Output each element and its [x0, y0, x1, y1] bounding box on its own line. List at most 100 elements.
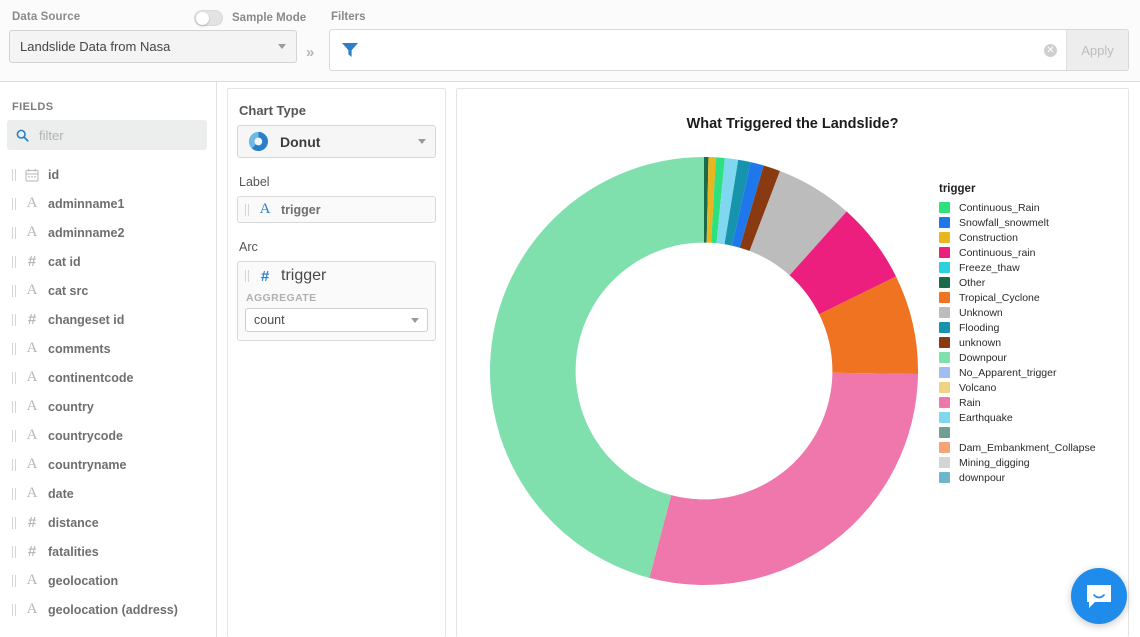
- field-item-adminname1[interactable]: Aadminname1: [0, 189, 217, 218]
- sample-mode-toggle[interactable]: [194, 10, 223, 26]
- drag-handle-icon[interactable]: [12, 604, 17, 616]
- sample-mode-control[interactable]: Sample Mode: [194, 10, 306, 26]
- chart-title: What Triggered the Landslide?: [457, 116, 1128, 132]
- legend-color-swatch: [939, 322, 950, 333]
- aggregate-label: AGGREGATE: [246, 292, 428, 304]
- drag-handle-icon[interactable]: [12, 546, 17, 558]
- drag-handle-icon[interactable]: [245, 204, 250, 216]
- drag-handle-icon[interactable]: [12, 314, 17, 326]
- drag-handle-icon[interactable]: [12, 517, 17, 529]
- field-item-adminname2[interactable]: Aadminname2: [0, 218, 217, 247]
- legend-item-label: No_Apparent_trigger: [959, 367, 1056, 379]
- legend-item[interactable]: Mining_digging: [939, 455, 1119, 470]
- drag-handle-icon[interactable]: [12, 401, 17, 413]
- legend-color-swatch: [939, 292, 950, 303]
- drag-handle-icon[interactable]: [12, 256, 17, 268]
- string-type-icon: A: [257, 201, 273, 218]
- chat-bubble-icon: [1085, 583, 1113, 609]
- drag-handle-icon[interactable]: [12, 372, 17, 384]
- expand-chevrons-icon[interactable]: »: [306, 44, 312, 61]
- legend-item[interactable]: Continuous_Rain: [939, 200, 1119, 215]
- legend-color-swatch: [939, 457, 950, 468]
- legend-item[interactable]: Construction: [939, 230, 1119, 245]
- legend-item[interactable]: Continuous_rain: [939, 245, 1119, 260]
- drag-handle-icon[interactable]: [12, 575, 17, 587]
- data-source-select[interactable]: Landslide Data from Nasa: [9, 30, 297, 63]
- legend-item[interactable]: No_Apparent_trigger: [939, 365, 1119, 380]
- number-type-icon: #: [24, 514, 40, 531]
- drag-handle-icon[interactable]: [12, 459, 17, 471]
- field-item-fatalities[interactable]: #fatalities: [0, 537, 217, 566]
- filter-funnel-icon[interactable]: [340, 41, 360, 59]
- aggregate-select[interactable]: count: [245, 308, 428, 332]
- string-type-icon: A: [24, 195, 40, 212]
- label-field-name: trigger: [281, 203, 321, 217]
- label-field-pill[interactable]: A trigger: [237, 196, 436, 223]
- data-source-label: Data Source: [12, 11, 80, 23]
- drag-handle-icon[interactable]: [12, 430, 17, 442]
- field-item-continentcode[interactable]: Acontinentcode: [0, 363, 217, 392]
- field-item-cat-src[interactable]: Acat src: [0, 276, 217, 305]
- drag-handle-icon[interactable]: [12, 343, 17, 355]
- legend-item[interactable]: unknown: [939, 335, 1119, 350]
- legend-item[interactable]: Downpour: [939, 350, 1119, 365]
- field-item-date[interactable]: Adate: [0, 479, 217, 508]
- drag-handle-icon[interactable]: [12, 198, 17, 210]
- arc-field-pill[interactable]: # trigger: [245, 267, 428, 285]
- fields-filter-input[interactable]: [37, 127, 187, 144]
- field-item-distance[interactable]: #distance: [0, 508, 217, 537]
- legend-item[interactable]: Flooding: [939, 320, 1119, 335]
- field-item-comments[interactable]: Acomments: [0, 334, 217, 363]
- sample-mode-label: Sample Mode: [232, 12, 306, 24]
- legend-item[interactable]: Freeze_thaw: [939, 260, 1119, 275]
- calendar-type-icon: [24, 168, 40, 182]
- string-type-icon: A: [24, 456, 40, 473]
- donut-slice[interactable]: [649, 373, 918, 585]
- field-item-countryname[interactable]: Acountryname: [0, 450, 217, 479]
- top-toolbar: Data Source Sample Mode Landslide Data f…: [0, 0, 1140, 82]
- field-item-geolocation-address-[interactable]: Ageolocation (address): [0, 595, 217, 624]
- legend-item[interactable]: Earthquake: [939, 410, 1119, 425]
- string-type-icon: A: [24, 601, 40, 618]
- legend-item[interactable]: Dam_Embankment_Collapse: [939, 440, 1119, 455]
- drag-handle-icon[interactable]: [12, 488, 17, 500]
- legend-item[interactable]: Tropical_Cyclone: [939, 290, 1119, 305]
- field-item-countrycode[interactable]: Acountrycode: [0, 421, 217, 450]
- legend-color-swatch: [939, 397, 950, 408]
- legend-item[interactable]: Unknown: [939, 305, 1119, 320]
- legend-item-label: Freeze_thaw: [959, 262, 1020, 274]
- legend-item[interactable]: Rain: [939, 395, 1119, 410]
- legend-item-label: Dam_Embankment_Collapse: [959, 442, 1096, 454]
- legend-item[interactable]: Snowfall_snowmelt: [939, 215, 1119, 230]
- clear-filter-icon[interactable]: ✕: [1044, 44, 1057, 57]
- legend-item-label: Snowfall_snowmelt: [959, 217, 1049, 229]
- fields-search-box[interactable]: [7, 120, 207, 150]
- field-item-cat-id[interactable]: #cat id: [0, 247, 217, 276]
- filter-input[interactable]: [360, 30, 1044, 70]
- legend-item[interactable]: Volcano: [939, 380, 1119, 395]
- legend-item-label: Construction: [959, 232, 1018, 244]
- drag-handle-icon[interactable]: [12, 227, 17, 239]
- field-item-label: geolocation: [48, 574, 118, 588]
- drag-handle-icon[interactable]: [245, 270, 250, 282]
- field-item-geolocation[interactable]: Ageolocation: [0, 566, 217, 595]
- legend-item[interactable]: [939, 425, 1119, 440]
- field-item-changeset-id[interactable]: #changeset id: [0, 305, 217, 334]
- field-item-label: changeset id: [48, 313, 124, 327]
- field-item-label: countryname: [48, 458, 127, 472]
- field-item-id[interactable]: id: [0, 160, 217, 189]
- chart-area: What Triggered the Landslide? trigger Co…: [456, 88, 1129, 637]
- fields-list: idAadminname1Aadminname2#cat idAcat src#…: [0, 160, 217, 624]
- drag-handle-icon[interactable]: [12, 285, 17, 297]
- chat-launcher-button[interactable]: [1071, 568, 1127, 624]
- legend-item-label: Unknown: [959, 307, 1003, 319]
- chart-type-select[interactable]: Donut: [237, 125, 436, 158]
- string-type-icon: A: [24, 572, 40, 589]
- apply-button[interactable]: Apply: [1066, 30, 1128, 70]
- legend-color-swatch: [939, 247, 950, 258]
- field-item-country[interactable]: Acountry: [0, 392, 217, 421]
- legend-item-label: Mining_digging: [959, 457, 1030, 469]
- legend-item[interactable]: Other: [939, 275, 1119, 290]
- legend-item[interactable]: downpour: [939, 470, 1119, 485]
- drag-handle-icon[interactable]: [12, 169, 17, 181]
